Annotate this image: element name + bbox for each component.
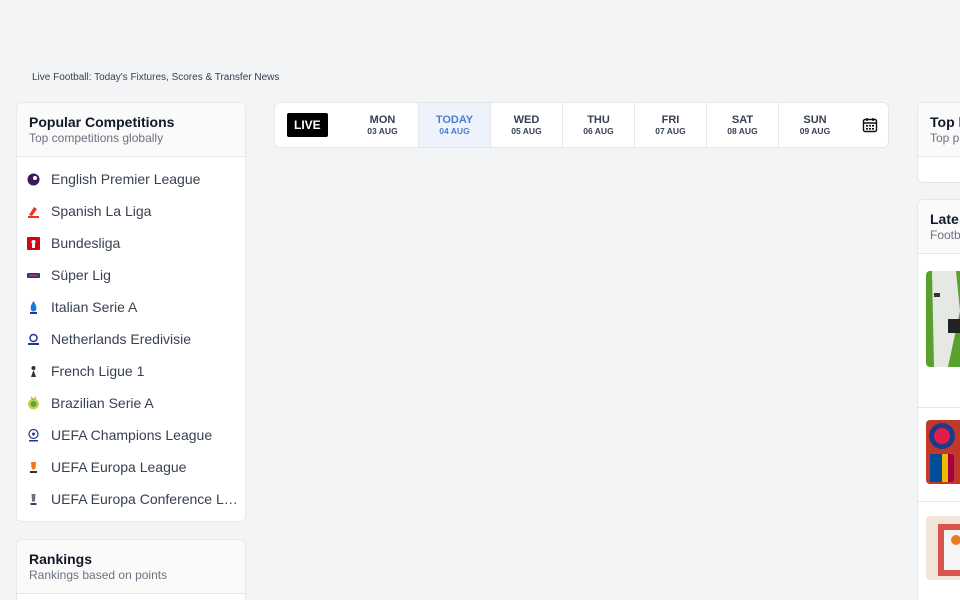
top-panel-subtitle: Top p bbox=[930, 131, 960, 145]
day-tab-wed[interactable]: WED 05 AUG bbox=[491, 103, 563, 147]
day-name: THU bbox=[587, 113, 610, 126]
day-tab-fri[interactable]: FRI 07 AUG bbox=[635, 103, 707, 147]
rankings-subtitle: Rankings based on points bbox=[29, 568, 168, 582]
calendar-icon bbox=[862, 118, 877, 133]
europa-league-icon bbox=[26, 460, 41, 475]
competition-item-laliga[interactable]: Spanish La Liga bbox=[17, 195, 245, 227]
eredivisie-icon bbox=[26, 332, 41, 347]
competition-label: French Ligue 1 bbox=[51, 363, 145, 379]
live-button[interactable]: LIVE bbox=[287, 113, 328, 137]
page-subtitle: Live Football: Today's Fixtures, Scores … bbox=[32, 72, 280, 83]
competition-label: UEFA Europa Conference League bbox=[51, 491, 243, 507]
top-panel-title: Top l bbox=[930, 114, 960, 130]
competition-item-serie-a[interactable]: Italian Serie A bbox=[17, 291, 245, 323]
competition-item-ligue-1[interactable]: French Ligue 1 bbox=[17, 355, 245, 387]
day-name: SAT bbox=[731, 113, 754, 126]
live-wrapper: LIVE bbox=[275, 103, 347, 147]
day-name: SUN bbox=[803, 113, 827, 126]
competition-label: English Premier League bbox=[51, 171, 201, 187]
competition-label: Süper Lig bbox=[51, 267, 111, 283]
competition-item-premier-league[interactable]: English Premier League bbox=[17, 163, 245, 195]
day-date: 06 AUG bbox=[583, 125, 614, 136]
competition-label: Italian Serie A bbox=[51, 299, 138, 315]
latest-news-header: Late Footb bbox=[918, 200, 960, 254]
serie-a-icon bbox=[26, 300, 41, 315]
day-name: FRI bbox=[661, 113, 680, 126]
popular-competitions-header: Popular Competitions Top competitions gl… bbox=[17, 103, 245, 157]
ligue-1-icon bbox=[26, 364, 41, 379]
competition-label: Brazilian Serie A bbox=[51, 395, 154, 411]
competition-list: English Premier League Spanish La Liga B… bbox=[17, 157, 245, 515]
competition-label: UEFA Champions League bbox=[51, 427, 213, 443]
super-lig-icon bbox=[26, 268, 41, 283]
day-tab-mon[interactable]: MON 03 AUG bbox=[347, 103, 419, 147]
day-name: TODAY bbox=[435, 113, 474, 126]
competition-item-eredivisie[interactable]: Netherlands Eredivisie bbox=[17, 323, 245, 355]
day-date: 04 AUG bbox=[439, 125, 470, 136]
date-selector-bar: LIVE MON 03 AUG TODAY 04 AUG WED 05 AUG … bbox=[274, 102, 889, 148]
rankings-header: Rankings Rankings based on points bbox=[17, 540, 245, 594]
day-date: 03 AUG bbox=[367, 125, 398, 136]
latest-news-panel: Late Footb bbox=[917, 199, 960, 600]
competition-label: UEFA Europa League bbox=[51, 459, 187, 475]
competition-item-bundesliga[interactable]: Bundesliga bbox=[17, 227, 245, 259]
popular-competitions-subtitle: Top competitions globally bbox=[29, 131, 164, 145]
laliga-icon bbox=[26, 204, 41, 219]
competition-item-super-lig[interactable]: Süper Lig bbox=[17, 259, 245, 291]
conference-league-icon bbox=[26, 492, 41, 507]
day-tab-sat[interactable]: SAT 08 AUG bbox=[707, 103, 779, 147]
competition-item-conference-league[interactable]: UEFA Europa Conference League bbox=[17, 483, 245, 515]
competition-item-champions-league[interactable]: UEFA Champions League bbox=[17, 419, 245, 451]
rankings-title: Rankings bbox=[29, 551, 93, 567]
competition-label: Bundesliga bbox=[51, 235, 121, 251]
competition-item-brasileirao[interactable]: Brazilian Serie A bbox=[17, 387, 245, 419]
competition-item-europa-league[interactable]: UEFA Europa League bbox=[17, 451, 245, 483]
brasileirao-icon bbox=[26, 396, 41, 411]
day-date: 08 AUG bbox=[727, 125, 758, 136]
top-panel: Top l Top p bbox=[917, 102, 960, 183]
day-date: 05 AUG bbox=[511, 125, 542, 136]
divider bbox=[918, 501, 960, 502]
competition-label: Netherlands Eredivisie bbox=[51, 331, 192, 347]
day-tab-today[interactable]: TODAY 04 AUG bbox=[419, 103, 491, 147]
calendar-button[interactable] bbox=[851, 103, 888, 147]
champions-league-icon bbox=[26, 428, 41, 443]
rankings-panel: Rankings Rankings based on points bbox=[16, 539, 246, 600]
competition-label: Spanish La Liga bbox=[51, 203, 152, 219]
news-thumbnail[interactable] bbox=[926, 271, 960, 367]
news-thumbnail[interactable] bbox=[926, 516, 960, 580]
latest-news-title: Late bbox=[930, 211, 959, 227]
day-date: 07 AUG bbox=[655, 125, 686, 136]
day-name: MON bbox=[369, 113, 396, 126]
latest-news-subtitle: Footb bbox=[930, 228, 960, 242]
bundesliga-icon bbox=[26, 236, 41, 251]
premier-league-icon bbox=[26, 172, 41, 187]
day-name: WED bbox=[513, 113, 540, 126]
day-tab-sun[interactable]: SUN 09 AUG bbox=[779, 103, 851, 147]
popular-competitions-title: Popular Competitions bbox=[29, 114, 175, 130]
top-panel-header: Top l Top p bbox=[918, 103, 960, 157]
divider bbox=[918, 407, 960, 408]
news-thumbnail[interactable] bbox=[926, 420, 960, 484]
popular-competitions-panel: Popular Competitions Top competitions gl… bbox=[16, 102, 246, 522]
day-date: 09 AUG bbox=[799, 125, 831, 136]
day-tab-thu[interactable]: THU 06 AUG bbox=[563, 103, 635, 147]
